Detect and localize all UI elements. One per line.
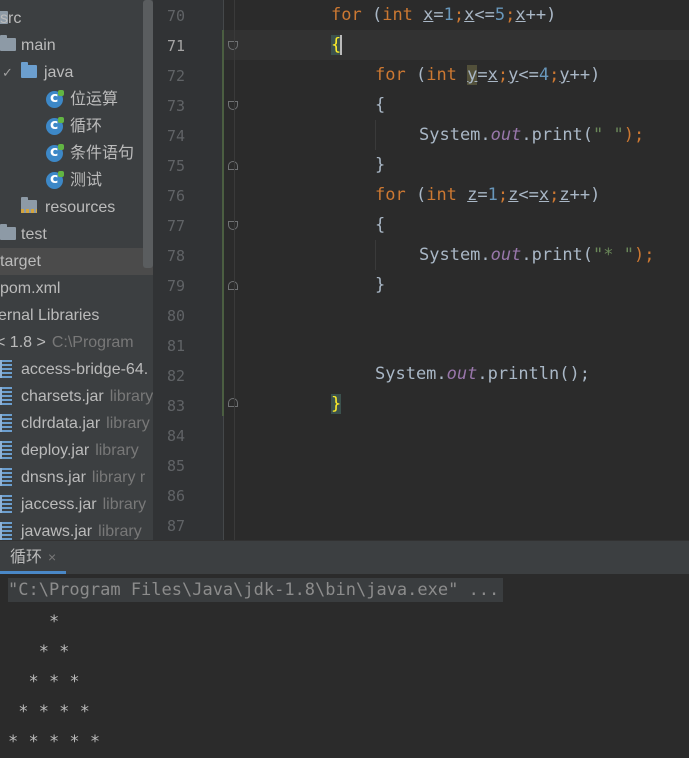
indent-guide [375,120,376,150]
jar-icon [0,387,12,405]
fold-marker-icon[interactable] [228,281,238,290]
indent-guide [234,0,235,540]
code-line-74: System.out.print(" "); [419,125,645,145]
line-number: 79 [166,277,185,295]
tree-item-main[interactable]: main [0,32,153,59]
tree-item-jdk[interactable]: < 1.8 > C:\Program [0,329,153,356]
block-scope-indicator [222,30,224,416]
fold-marker-icon[interactable] [228,398,238,407]
line-number: 75 [166,157,185,175]
tree-item-jar[interactable]: javaws.jar library [0,518,153,540]
jar-icon [0,522,12,540]
run-tool-window-tabbar: 循环 × [0,540,689,574]
tree-item-java[interactable]: ✓ java [0,59,153,86]
tree-item-class[interactable]: 条件语句 [0,139,153,167]
chevron-down-icon[interactable]: ✓ [2,59,13,86]
resources-folder-icon [21,197,37,213]
run-console[interactable]: "C:\Program Files\Java\jdk-1.8\bin\java.… [0,574,689,758]
tree-item-external-libraries[interactable]: ernal Libraries [0,302,153,329]
tree-item-test[interactable]: test [0,221,153,248]
line-number: 73 [166,97,185,115]
line-number: 85 [166,457,185,475]
current-line-highlight [224,30,689,60]
indent-guide [375,240,376,270]
line-number: 84 [166,427,185,445]
jar-icon [0,468,12,486]
tree-item-jar[interactable]: jaccess.jar library [0,491,153,518]
line-number: 77 [166,217,185,235]
code-line-79: } [375,275,386,295]
tree-item-jar[interactable]: access-bridge-64. [0,356,153,383]
console-output-line: * * * * * [8,732,101,752]
code-line-83: } [331,394,342,414]
code-line-70: for (int x=1;x<=5;x++) [331,5,557,25]
java-class-icon [46,112,64,139]
console-command-line[interactable]: "C:\Program Files\Java\jdk-1.8\bin\java.… [8,578,504,602]
code-line-77: { [375,215,386,235]
line-number: 86 [166,487,185,505]
jar-icon [0,495,12,513]
line-number: 72 [166,67,185,85]
tree-item-class[interactable]: 位运算 [0,85,153,113]
line-number: 80 [166,307,185,325]
text-caret [340,35,342,55]
tree-item-class[interactable]: 循环 [0,112,153,140]
code-line-78: System.out.print("* "); [419,245,655,265]
code-line-75: } [375,155,386,175]
line-number: 83 [166,397,185,415]
tree-item-target[interactable]: target [0,248,153,275]
java-class-icon [46,139,64,166]
tree-item-jar[interactable]: dnsns.jar library r [0,464,153,491]
line-number: 71 [166,37,185,55]
code-line-76: for (int z=1;z<=x;z++) [375,185,601,205]
console-output-line: * * [8,642,70,662]
tree-item-pom[interactable]: pom.xml [0,275,153,302]
tree-scrollbar[interactable] [143,0,153,268]
console-output-line: * * * * [8,702,90,722]
line-number: 70 [166,7,185,25]
console-output-line: * * * [8,672,80,692]
code-line-72: for (int y=x;y<=4;y++) [375,65,601,85]
tree-item-jar[interactable]: deploy.jar library [0,437,153,464]
tree-item-src[interactable]: src [0,5,153,32]
tree-item-jar[interactable]: cldrdata.jar library [0,410,153,437]
project-tree[interactable]: src main ✓ java 位运算 循环 条件语句 测试 resources… [0,0,153,540]
line-number: 81 [166,337,185,355]
jar-icon [0,414,12,432]
jar-icon [0,441,12,459]
fold-marker-icon[interactable] [228,161,238,170]
line-number: 74 [166,127,185,145]
console-output-line: * [8,612,60,632]
line-number: 82 [166,367,185,385]
tree-item-jar[interactable]: charsets.jar library [0,383,153,410]
folder-icon [0,35,16,51]
tree-item-resources[interactable]: resources [0,194,153,221]
line-number: 78 [166,247,185,265]
tab-run-config[interactable]: 循环 × [0,541,67,574]
code-line-73: { [375,95,386,115]
java-class-icon [46,85,64,112]
folder-icon [0,224,16,240]
code-line-82: System.out.println(); [375,364,590,384]
line-number: 76 [166,187,185,205]
tree-item-class[interactable]: 测试 [0,166,153,194]
java-class-icon [46,166,64,193]
source-folder-icon [21,62,37,78]
close-icon[interactable]: × [48,549,56,565]
line-number: 87 [166,517,185,535]
jar-icon [0,360,12,378]
